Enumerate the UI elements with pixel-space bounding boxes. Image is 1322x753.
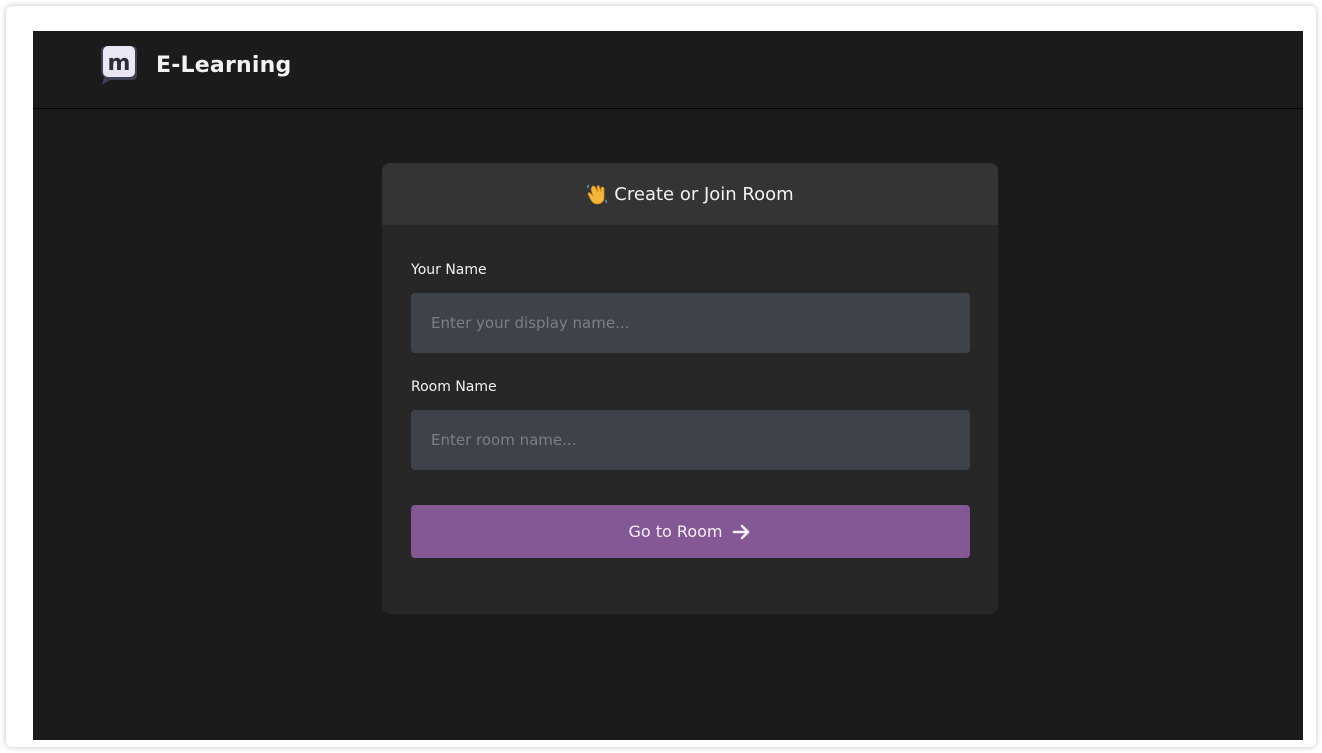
waving-hand-icon (586, 183, 608, 205)
room-card: Create or Join Room Your Name Room Name … (382, 163, 998, 614)
brand[interactable]: m E-Learning (100, 44, 291, 86)
brand-name: E-Learning (156, 52, 292, 78)
arrow-right-icon (732, 523, 752, 541)
name-input[interactable] (411, 293, 970, 353)
go-to-room-button[interactable]: Go to Room (411, 505, 970, 558)
card-header: Create or Join Room (382, 163, 998, 225)
logo-icon: m (100, 44, 138, 86)
room-form: Your Name Room Name Go to Room (411, 225, 970, 558)
go-to-room-label: Go to Room (628, 522, 723, 541)
card-title: Create or Join Room (614, 183, 794, 205)
app-viewport: m E-Learning Create or Join Room Your Na… (33, 31, 1303, 740)
name-label: Your Name (411, 262, 487, 278)
navbar: m E-Learning (33, 31, 1303, 109)
room-label: Room Name (411, 379, 497, 395)
room-input[interactable] (411, 410, 970, 470)
logo-letter: m (108, 51, 131, 76)
window-frame: m E-Learning Create or Join Room Your Na… (6, 6, 1316, 747)
